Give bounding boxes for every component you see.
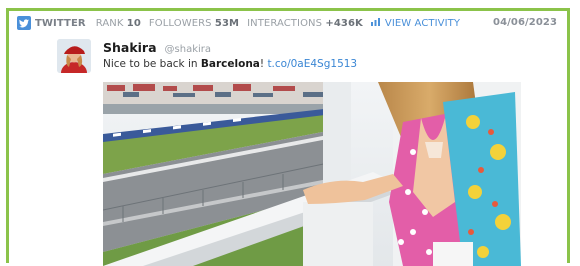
tweet-photo[interactable] xyxy=(103,82,521,266)
user-name[interactable]: Shakira xyxy=(103,40,157,55)
platform-label: TWITTER xyxy=(35,17,86,29)
view-activity-link[interactable]: VIEW ACTIVITY xyxy=(370,17,461,29)
tweet-link[interactable]: t.co/0aE4Sg1513 xyxy=(267,58,357,70)
view-activity-label: VIEW ACTIVITY xyxy=(384,17,461,29)
tweet-text: Nice to be back in Barcelona! t.co/0aE4S… xyxy=(103,58,357,70)
bar-chart-icon xyxy=(370,17,380,29)
rank-value: 10 xyxy=(126,17,141,29)
followers-label: FOLLOWERS xyxy=(148,17,212,29)
rank-stat: RANK 10 xyxy=(96,18,141,29)
avatar[interactable] xyxy=(57,39,91,73)
interactions-stat: INTERACTIONS +436K xyxy=(247,18,363,29)
user-line: Shakira @shakira xyxy=(103,40,211,55)
post-date: 04/06/2023 xyxy=(493,17,557,28)
followers-value: 53M xyxy=(214,17,240,29)
tweet-text-before: Nice to be back in xyxy=(103,58,201,70)
tweet-text-bold: Barcelona xyxy=(200,58,260,70)
tweet-card: TWITTER RANK 10 FOLLOWERS 53M INTERACTIO… xyxy=(6,8,570,266)
interactions-label: INTERACTIONS xyxy=(247,17,323,29)
rank-label: RANK xyxy=(95,17,124,29)
card-header: TWITTER RANK 10 FOLLOWERS 53M INTERACTIO… xyxy=(9,11,567,35)
followers-stat: FOLLOWERS 53M xyxy=(149,18,239,29)
twitter-icon xyxy=(17,16,31,30)
interactions-value: +436K xyxy=(325,17,363,29)
user-handle[interactable]: @shakira xyxy=(165,44,211,55)
